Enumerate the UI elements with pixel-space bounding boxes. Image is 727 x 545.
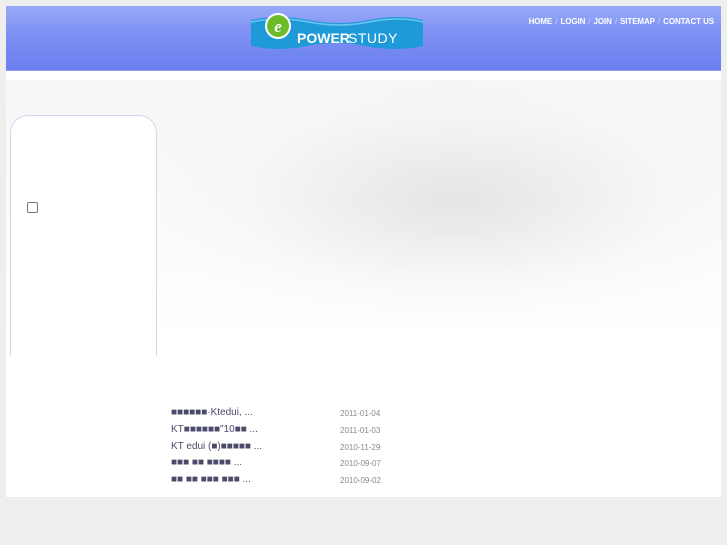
top-nav: HOME / LOGIN / JOIN / SITEMAP / CONTACT … (529, 17, 714, 26)
news-date: 2011-01-04 (340, 409, 381, 418)
logo-study-text: STUDY (348, 30, 398, 46)
news-list: ■■■■■■·Ktedui, ... 2011-01-04 KT■■■■■■"1… (171, 406, 391, 490)
nav-separator: / (588, 17, 591, 26)
nav-join[interactable]: JOIN (594, 17, 612, 26)
news-date: 2011-01-03 (340, 425, 381, 435)
nav-separator: / (555, 17, 558, 26)
nav-separator: / (614, 17, 618, 26)
powerstudy-logo[interactable]: e POWER STUDY (249, 12, 425, 52)
list-item[interactable]: ■■■■■■·Ktedui, ... 2011-01-04 (171, 406, 391, 423)
sidebar-panel (10, 115, 157, 356)
nav-sitemap[interactable]: SITEMAP (620, 17, 655, 26)
logo-power-text: POWER (297, 30, 350, 46)
news-title[interactable]: ■■■ ■■ ■■■■ ... (171, 457, 242, 468)
nav-contact-us[interactable]: CONTACT US (663, 17, 714, 26)
sidebar-checkbox[interactable] (27, 202, 38, 213)
news-date: 2010-09-02 (340, 476, 381, 486)
list-item[interactable]: ■■■ ■■ ■■■■ ... 2010-09-07 (171, 456, 391, 473)
news-date: 2010-11-29 (340, 442, 381, 452)
list-item[interactable]: ■■ ■■ ■■■ ■■■ ... 2010-09-02 (171, 473, 391, 490)
nav-home[interactable]: HOME (529, 17, 553, 26)
news-date: 2010-09-07 (340, 459, 381, 469)
list-item[interactable]: KT edui (■)■■■■■ ... 2010-11-29 (171, 440, 391, 457)
news-title[interactable]: KT■■■■■■"10■■ ... (171, 424, 258, 435)
news-title[interactable]: ■■ ■■ ■■■ ■■■ ... (171, 474, 251, 485)
news-title[interactable]: KT edui (■)■■■■■ ... (171, 441, 262, 452)
news-title[interactable]: ■■■■■■·Ktedui, ... (171, 407, 253, 418)
page: e POWER STUDY HOME / LOGIN / JOIN / SITE… (6, 6, 721, 497)
nav-login[interactable]: LOGIN (560, 17, 585, 26)
nav-separator: / (657, 17, 661, 26)
logo-e-letter: e (274, 17, 282, 36)
site-header: e POWER STUDY HOME / LOGIN / JOIN / SITE… (6, 6, 721, 71)
list-item[interactable]: KT■■■■■■"10■■ ... 2011-01-03 (171, 423, 391, 440)
